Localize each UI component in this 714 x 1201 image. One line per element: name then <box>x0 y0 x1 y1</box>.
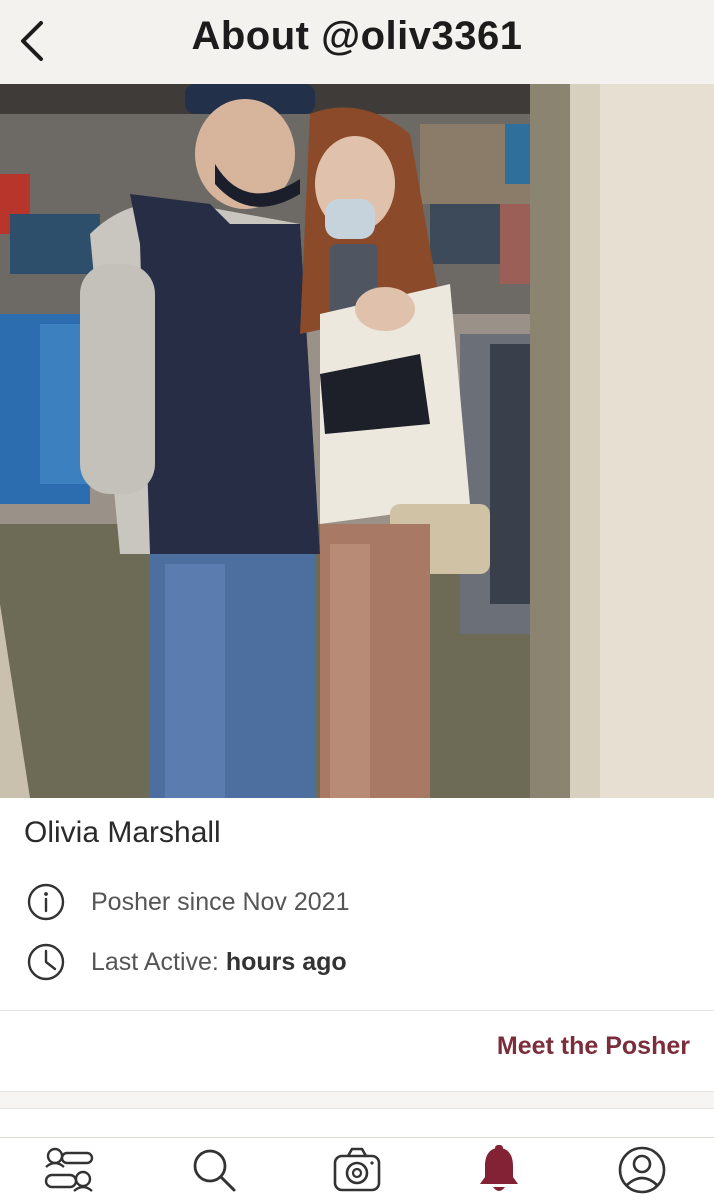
last-active-row: Last Active: hours ago <box>24 940 347 984</box>
search-icon <box>193 1149 236 1192</box>
last-active-text: Last Active: hours ago <box>91 948 347 977</box>
section-gap <box>0 1092 714 1108</box>
tab-news[interactable] <box>469 1144 529 1196</box>
user-full-name: Olivia Marshall <box>24 816 221 849</box>
divider <box>0 1108 714 1109</box>
page-title: About @oliv3361 <box>191 14 523 58</box>
divider <box>0 1010 714 1011</box>
camera-icon <box>333 1147 381 1192</box>
tab-account[interactable] <box>612 1144 672 1196</box>
tab-search[interactable] <box>184 1144 244 1196</box>
clock-icon <box>24 940 68 984</box>
profile-photo <box>0 84 714 798</box>
last-active-label: Last Active: <box>91 947 219 976</box>
meet-the-posher-link[interactable]: Meet the Posher <box>497 1032 690 1061</box>
account-icon <box>618 1146 666 1194</box>
bottom-tab-bar <box>0 1137 714 1201</box>
info-icon <box>24 880 68 924</box>
tab-feed[interactable] <box>40 1144 100 1196</box>
bell-icon <box>480 1145 518 1191</box>
posher-since-row: Posher since Nov 2021 <box>24 880 349 924</box>
posher-since-text: Posher since Nov 2021 <box>91 887 350 916</box>
feed-icon <box>44 1147 94 1192</box>
top-header: About @oliv3361 <box>0 0 714 85</box>
tab-sell[interactable] <box>327 1144 387 1196</box>
last-active-value: hours ago <box>225 947 347 976</box>
